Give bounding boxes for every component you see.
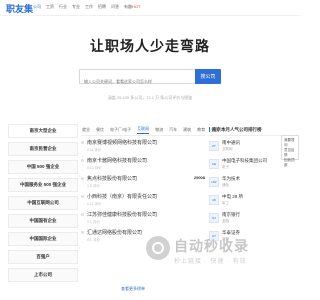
- ranking-company-name[interactable]: 南中通讯: [222, 140, 240, 146]
- company-logo: [81, 141, 84, 144]
- tab-industry[interactable]: 电子厂/电子: [110, 127, 131, 133]
- floating-toolbox: 我要提问 意见反馈 回到顶部: [281, 135, 299, 167]
- watermark-title: 自动秒收录: [174, 238, 249, 254]
- nav-salary[interactable]: 工资: [46, 4, 54, 10]
- ranking-item[interactable]: HW 华为技术 通信: [209, 174, 292, 190]
- ranking-item[interactable]: NJ 南京银行 金融: [209, 210, 292, 226]
- ranking-item[interactable]: ZT 南中通讯 互联网: [209, 138, 292, 154]
- company-logo: [81, 231, 84, 234]
- nav-major[interactable]: 专业: [72, 4, 80, 10]
- tab-industry[interactable]: 汽车: [169, 127, 177, 133]
- company-review-count: 0.11 评价: [87, 202, 102, 206]
- search-input[interactable]: [80, 75, 195, 88]
- company-review-count: 1.3 评价: [87, 184, 100, 188]
- company-logo: [81, 159, 84, 162]
- nav-fun[interactable]: 有趣HOT: [124, 4, 140, 10]
- company-name[interactable]: 江苏弥佳健康科技股份有限公司: [87, 211, 202, 218]
- company-logo: [81, 195, 84, 198]
- sidebar-item[interactable]: 百强户: [8, 250, 78, 264]
- ranking-company-industry: 通信: [222, 183, 229, 187]
- industry-tabs: 就业 餐饮 电子厂/电子 互联网 物流 汽车 建筑 教育 更多: [81, 124, 219, 136]
- sidebar-item[interactable]: 中国国际企业: [8, 232, 78, 246]
- title-accent-bar: [209, 127, 210, 132]
- company-logo: ZT: [209, 141, 219, 151]
- sidebar-item[interactable]: 中国服务业 500 强企业: [8, 178, 78, 192]
- site-stats: 涵盖 25 435 多公司，72.1 万 条公司评价与图鉴: [107, 95, 193, 100]
- company-logo: HW: [209, 177, 219, 187]
- company-list-panel: 就业 餐饮 电子厂/电子 互联网 物流 汽车 建筑 教育 更多 南京赛博视频网络…: [81, 124, 219, 300]
- sidebar-item[interactable]: 中国国有企业: [8, 214, 78, 228]
- nav-industry[interactable]: 行业: [59, 4, 67, 10]
- company-review-count: 0.13 评价: [87, 166, 102, 170]
- company-row[interactable]: 南京卡酱网络科技有限公司 0.13 评价: [81, 154, 205, 172]
- ranking-title: 南京本月人气公司排行榜: [209, 124, 292, 136]
- company-logo: [81, 213, 84, 216]
- tab-industry-active[interactable]: 互联网: [137, 126, 150, 134]
- company-name[interactable]: 南京赛博视频网络科技有限公司: [87, 139, 202, 146]
- sidebar-item[interactable]: 中国互联网公司: [8, 196, 78, 210]
- category-sidebar: 南京大型企业 南京民营企业 中国 500 强企业 中国服务业 500 强企业 中…: [8, 124, 78, 286]
- ranking-item[interactable]: CE 中国电子科技集团公司 电子: [209, 156, 292, 172]
- company-review-count: 0.11 评价: [87, 148, 102, 152]
- company-row[interactable]: 江苏弥佳健康科技股份有限公司 0.1 评价: [81, 208, 205, 226]
- tab-industry[interactable]: 餐饮: [96, 127, 104, 133]
- ranking-company-name[interactable]: 中电 28 所: [222, 194, 243, 200]
- more-rankings-link[interactable]: 查看更多榜单: [121, 286, 145, 292]
- back-to-top-link[interactable]: 回到顶部: [284, 158, 296, 168]
- company-logo: 28: [209, 195, 219, 205]
- nav-recruit[interactable]: 招聘: [98, 4, 106, 10]
- company-row[interactable]: 焦点科技股份有限公司 1.3 评价 29008: [81, 172, 205, 190]
- company-logo: CE: [209, 159, 219, 169]
- nav-company[interactable]: 公司: [33, 4, 41, 10]
- tab-industry[interactable]: 物流: [155, 127, 163, 133]
- ranking-company-name[interactable]: 中国电子科技集团公司: [222, 158, 267, 164]
- ranking-company-industry: 金融: [222, 219, 229, 223]
- top-header: 职友集 公司 工资 行业 专业 工作 招聘 问答 有趣HOT: [0, 0, 300, 16]
- sidebar-item[interactable]: 南京民营企业: [8, 142, 78, 156]
- company-name[interactable]: 小西科技（南京）有限责任公司: [87, 193, 202, 200]
- ranking-company-name[interactable]: 华为技术: [222, 176, 240, 182]
- ranking-company-industry: 互联网: [222, 147, 233, 151]
- company-row[interactable]: 小西科技（南京）有限责任公司 0.11 评价: [81, 190, 205, 208]
- tab-industry[interactable]: 建筑: [183, 127, 191, 133]
- site-logo[interactable]: 职友集: [6, 2, 33, 15]
- ranking-item[interactable]: 28 中电 28 所军工: [209, 192, 292, 208]
- ranking-company-industry: 军工: [222, 201, 229, 205]
- tab-industry[interactable]: 教育: [197, 127, 205, 133]
- company-logo: NJ: [209, 213, 219, 223]
- feedback-link[interactable]: 意见反馈: [284, 148, 296, 158]
- hero-title: 让职场人少走弯路: [90, 38, 210, 54]
- search-button[interactable]: 搜公司: [195, 69, 221, 84]
- tab-industry[interactable]: 就业: [82, 127, 90, 133]
- hot-badge: HOT: [132, 4, 141, 9]
- ranking-company-industry: 电子: [222, 165, 229, 169]
- watermark-subtitle: 秒上链接 · 快速 · 有效: [174, 259, 247, 265]
- page: 职友集 公司 工资 行业 专业 工作 招聘 问答 有趣HOT 让职场人少走弯路 …: [0, 0, 300, 300]
- ranking-title-text: 南京本月人气公司排行榜: [212, 126, 262, 132]
- company-score: 29008: [193, 175, 205, 180]
- company-name[interactable]: 焦点科技股份有限公司: [87, 175, 191, 182]
- nav-fun-label: 有趣: [124, 4, 132, 9]
- nav-qa[interactable]: 问答: [111, 4, 119, 10]
- sidebar-item[interactable]: 中国 500 强企业: [8, 160, 78, 174]
- sidebar-item[interactable]: 上市公司: [8, 268, 78, 282]
- sidebar-item[interactable]: 南京大型企业: [8, 124, 78, 138]
- main-nav: 公司 工资 行业 专业 工作 招聘 问答 有趣HOT: [33, 4, 140, 10]
- ranking-panel: 南京本月人气公司排行榜 ZT 南中通讯 互联网 CE 中国电子科技集团公司 电子 H…: [209, 124, 292, 300]
- ask-question-link[interactable]: 我要提问: [284, 138, 296, 148]
- company-name[interactable]: 南京卡酱网络科技有限公司: [87, 157, 202, 164]
- watermark-logo-icon: [146, 236, 170, 260]
- watermark: 自动秒收录 秒上链接 · 快速 · 有效: [146, 232, 296, 272]
- company-row[interactable]: 南京赛博视频网络科技有限公司 0.11 评价: [81, 136, 205, 154]
- search-box: [79, 69, 195, 88]
- nav-jobs[interactable]: 工作: [85, 4, 93, 10]
- company-logo: [81, 177, 84, 180]
- company-review-count: 0.1 评价: [87, 220, 100, 224]
- ranking-company-name[interactable]: 南京银行: [222, 212, 240, 218]
